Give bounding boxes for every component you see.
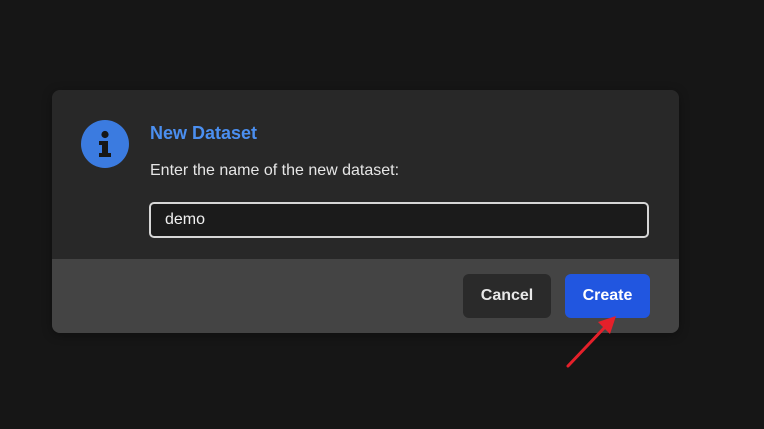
dialog-title: New Dataset <box>150 123 258 143</box>
dialog-prompt: Enter the name of the new dataset: <box>150 162 400 179</box>
cancel-button[interactable]: Cancel <box>463 274 551 318</box>
dataset-name-input[interactable] <box>149 202 649 238</box>
annotation-arrow-icon <box>566 316 616 368</box>
new-dataset-dialog: New Dataset Enter the name of the new da… <box>52 90 679 333</box>
dialog-body: New Dataset Enter the name of the new da… <box>52 90 679 259</box>
info-icon <box>81 120 129 168</box>
screen-backdrop: New Dataset Enter the name of the new da… <box>0 0 764 429</box>
